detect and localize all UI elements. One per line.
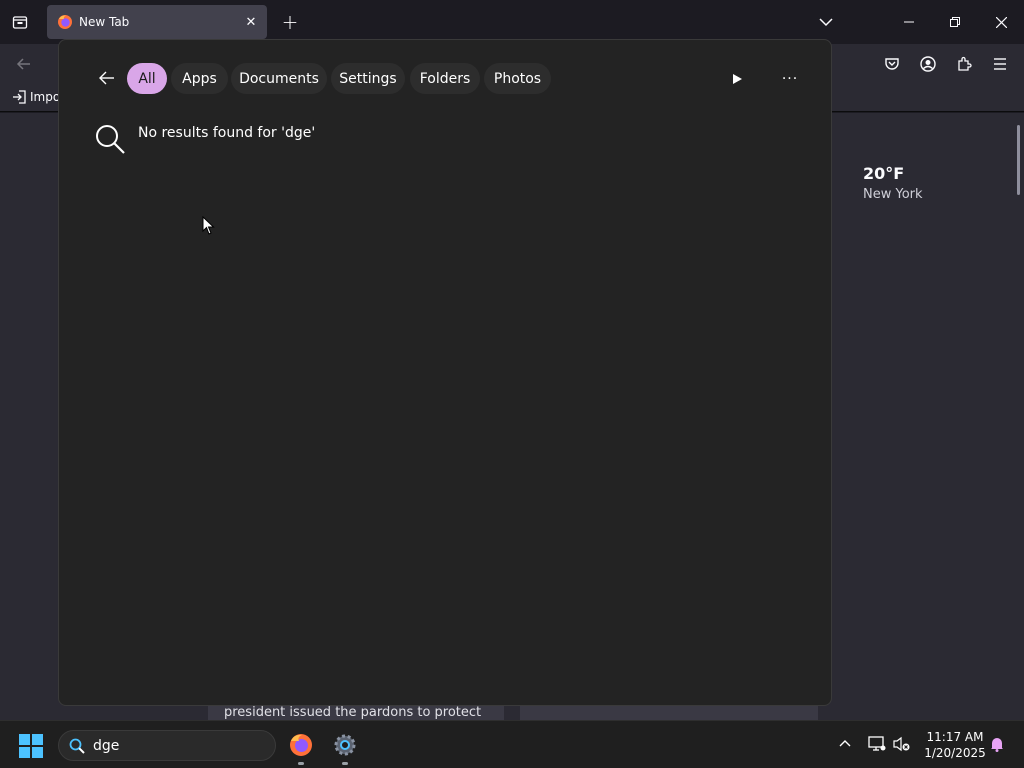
back-arrow-icon[interactable] — [10, 50, 38, 78]
taskbar-search-box[interactable]: dge — [58, 730, 276, 761]
news-card-strip[interactable]: president issued the pardons to protect — [208, 706, 818, 720]
import-bookmarks-button[interactable]: Impo — [12, 90, 60, 104]
search-icon — [93, 122, 127, 156]
app-running-indicator — [298, 762, 304, 765]
hamburger-menu-icon[interactable] — [986, 50, 1014, 78]
system-clock[interactable]: 11:17 AM 1/20/2025 — [920, 729, 990, 761]
extensions-icon[interactable] — [950, 50, 978, 78]
search-input[interactable]: dge — [93, 738, 119, 754]
weather-temperature: 20°F — [863, 164, 905, 183]
account-icon[interactable] — [914, 50, 942, 78]
back-arrow-icon[interactable] — [93, 64, 121, 92]
browser-tab-strip: New Tab ✕ + — [0, 0, 1024, 44]
play-icon[interactable] — [723, 65, 751, 93]
more-options-icon[interactable]: ··· — [776, 65, 804, 93]
pocket-icon[interactable] — [878, 50, 906, 78]
search-icon — [69, 738, 85, 754]
filter-chip-apps[interactable]: Apps — [171, 63, 228, 94]
close-tab-icon[interactable]: ✕ — [239, 10, 263, 34]
taskbar-settings-button[interactable] — [329, 729, 361, 765]
volume-muted-icon[interactable] — [891, 733, 913, 755]
network-icon[interactable] — [866, 733, 888, 755]
mouse-cursor-icon — [202, 215, 216, 236]
filter-chip-documents[interactable]: Documents — [231, 63, 327, 94]
firefox-logo-icon — [57, 14, 73, 30]
settings-icon — [334, 734, 356, 756]
minimize-icon[interactable] — [886, 0, 932, 44]
clock-time: 11:17 AM — [926, 730, 984, 744]
filter-chip-photos[interactable]: Photos — [484, 63, 551, 94]
no-results-message: No results found for 'dge' — [138, 125, 316, 141]
news-snippet: president issued the pardons to protect — [224, 706, 482, 720]
taskbar-firefox-button[interactable] — [285, 729, 317, 765]
notification-bell-icon[interactable] — [986, 733, 1008, 755]
app-running-indicator — [342, 762, 348, 765]
filter-chip-settings[interactable]: Settings — [331, 63, 405, 94]
windows-start-icon[interactable] — [18, 733, 44, 759]
chevron-down-icon[interactable] — [812, 8, 840, 36]
import-icon — [13, 90, 26, 104]
import-bookmarks-label: Impo — [30, 90, 61, 104]
weather-city: New York — [863, 187, 923, 202]
windows-taskbar: dge 11:17 AM 1/20/2025 — [0, 720, 1024, 768]
firefox-icon — [290, 734, 312, 756]
browser-tab[interactable]: New Tab ✕ — [47, 5, 267, 39]
tab-title: New Tab — [79, 15, 130, 29]
chevron-up-icon[interactable] — [834, 733, 856, 755]
filter-chip-all[interactable]: All — [127, 63, 167, 94]
clock-date: 1/20/2025 — [924, 746, 986, 760]
news-divider — [504, 706, 520, 720]
firefox-view-icon[interactable] — [6, 8, 34, 36]
new-tab-button[interactable]: + — [277, 8, 303, 36]
close-window-icon[interactable] — [978, 0, 1024, 44]
restore-icon[interactable] — [932, 0, 978, 44]
windows-search-flyout: All Apps Documents Settings Folders Phot… — [58, 39, 832, 706]
filter-chip-folders[interactable]: Folders — [410, 63, 480, 94]
page-scrollbar[interactable] — [1017, 125, 1020, 195]
weather-widget[interactable]: 20°F New York — [863, 164, 923, 202]
